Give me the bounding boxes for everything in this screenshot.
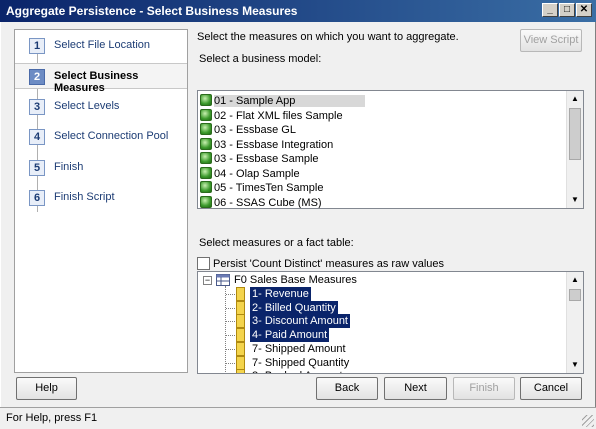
business-model-list[interactable]: 01 - Sample App 02 - Flat XML files Sampl… — [197, 90, 584, 209]
measure-column-icon — [236, 369, 245, 373]
step-number: 5 — [29, 160, 45, 176]
business-model-item[interactable]: 03 - Essbase Integration — [200, 137, 334, 152]
business-model-cube-icon — [200, 166, 212, 179]
title-bar: Aggregate Persistence - Select Business … — [0, 0, 596, 22]
close-button[interactable]: ✕ — [576, 3, 592, 17]
step-label: Select Business Measures — [54, 70, 139, 94]
business-model-label: 06 - SSAS Cube (MS) — [214, 196, 322, 209]
measure-item[interactable]: 8- Booked Amount — [250, 369, 345, 373]
back-button[interactable]: Back — [316, 377, 378, 400]
measures-label: Select measures or a fact table: — [199, 237, 354, 249]
step-finish-script[interactable]: 6 Finish Script — [15, 185, 187, 211]
step-label: Select File Location — [54, 39, 150, 51]
help-button[interactable]: Help — [16, 377, 77, 400]
status-text: For Help, press F1 — [6, 412, 98, 424]
business-model-item[interactable]: 03 - Essbase Sample — [200, 152, 319, 166]
measure-item[interactable]: 3- Discount Amount — [250, 314, 350, 329]
maximize-button[interactable]: □ — [559, 3, 575, 17]
business-model-cube-icon — [200, 195, 212, 208]
business-model-item[interactable]: 02 - Flat XML files Sample — [200, 108, 343, 123]
cancel-button[interactable]: Cancel — [520, 377, 582, 400]
step-number: 6 — [29, 190, 45, 206]
wizard-steps-panel: 1 Select File Location 2 Select Business… — [14, 29, 188, 373]
resize-grip-icon[interactable] — [582, 415, 594, 427]
measure-column-icon — [236, 341, 245, 356]
scroll-down-arrow-icon[interactable]: ▼ — [567, 192, 583, 208]
business-model-item[interactable]: 03 - Essbase GL — [200, 123, 296, 137]
measure-item[interactable]: 2- Billed Quantity — [250, 300, 338, 315]
business-model-cube-icon — [200, 137, 212, 150]
scrollbar-thumb[interactable] — [569, 289, 581, 301]
business-model-label: 03 - Essbase GL — [214, 124, 296, 136]
business-model-cube-icon — [200, 181, 212, 193]
view-script-button[interactable]: View Script — [520, 29, 582, 52]
measure-item[interactable]: 1- Revenue — [250, 287, 311, 301]
business-model-cube-icon — [200, 152, 212, 164]
business-model-item[interactable]: 06 - SSAS Cube (MS) — [200, 195, 322, 209]
step-number: 3 — [29, 99, 45, 115]
persist-count-distinct-checkbox[interactable] — [197, 257, 210, 270]
tree-connector — [226, 321, 235, 323]
business-model-label: 03 - Essbase Sample — [214, 153, 319, 165]
tree-connector — [226, 307, 235, 309]
tree-connector — [225, 286, 226, 373]
persist-checkbox-label: Persist 'Count Distinct' measures as raw… — [213, 258, 445, 270]
business-model-scrollbar[interactable]: ▲ ▼ — [566, 91, 583, 208]
measure-column-icon — [236, 328, 245, 343]
step-select-file-location[interactable]: 1 Select File Location — [15, 33, 187, 59]
step-label: Finish Script — [54, 191, 115, 203]
scroll-down-arrow-icon[interactable]: ▼ — [567, 357, 583, 373]
fact-table-icon — [216, 274, 230, 286]
minimize-button[interactable]: _ — [542, 3, 558, 17]
business-model-cube-icon — [200, 94, 212, 106]
business-model-label: 04 - Olap Sample — [214, 167, 300, 180]
tree-connector — [226, 348, 235, 350]
tree-connector — [226, 294, 235, 295]
tree-connector — [226, 335, 235, 337]
business-model-label: 03 - Essbase Integration — [214, 138, 334, 151]
scrollbar-thumb[interactable] — [569, 108, 581, 160]
collapse-icon[interactable]: − — [203, 276, 212, 285]
step-number: 1 — [29, 38, 45, 54]
business-model-item[interactable]: 05 - TimesTen Sample — [200, 181, 323, 195]
measure-item[interactable]: 4- Paid Amount — [250, 328, 330, 343]
step-select-business-measures[interactable]: 2 Select Business Measures — [15, 63, 187, 94]
business-model-item[interactable]: 04 - Olap Sample — [200, 166, 300, 181]
step-select-connection-pool[interactable]: 4 Select Connection Pool — [15, 124, 187, 150]
measure-column-icon — [236, 355, 245, 370]
business-model-label: Select a business model: — [199, 53, 322, 65]
next-button[interactable]: Next — [384, 377, 447, 400]
business-model-item[interactable]: 01 - Sample App — [200, 94, 366, 108]
business-model-label: 01 - Sample App — [214, 95, 366, 107]
measure-column-icon — [236, 314, 245, 329]
step-number: 2 — [29, 69, 45, 85]
measures-tree[interactable]: − F0 Sales Base Measures 1- Revenue 2- Bi… — [197, 271, 584, 374]
measure-item[interactable]: 7- Shipped Amount — [250, 342, 348, 356]
tree-connector — [226, 362, 235, 364]
measure-column-icon — [236, 287, 245, 301]
step-label: Select Levels — [54, 100, 120, 112]
status-bar: For Help, press F1 — [0, 407, 596, 429]
scroll-up-arrow-icon[interactable]: ▲ — [567, 272, 583, 288]
business-model-cube-icon — [200, 108, 212, 121]
finish-button[interactable]: Finish — [453, 377, 515, 400]
business-model-cube-icon — [200, 123, 212, 135]
scroll-up-arrow-icon[interactable]: ▲ — [567, 91, 583, 107]
step-select-levels[interactable]: 3 Select Levels — [15, 94, 187, 120]
step-finish[interactable]: 5 Finish — [15, 155, 187, 181]
window-title: Aggregate Persistence - Select Business … — [6, 4, 298, 18]
step-label: Finish — [54, 161, 84, 173]
business-model-label: 02 - Flat XML files Sample — [214, 109, 343, 122]
business-model-label: 05 - TimesTen Sample — [214, 182, 324, 194]
measure-item[interactable]: 7- Shipped Quantity — [250, 356, 351, 370]
instruction-text: Select the measures on which you want to… — [197, 31, 459, 43]
measure-column-icon — [236, 300, 245, 315]
step-number: 4 — [29, 129, 45, 145]
measures-scrollbar[interactable]: ▲ ▼ — [566, 272, 583, 373]
tree-root-label[interactable]: F0 Sales Base Measures — [232, 273, 359, 287]
step-label: Select Connection Pool — [54, 130, 169, 142]
